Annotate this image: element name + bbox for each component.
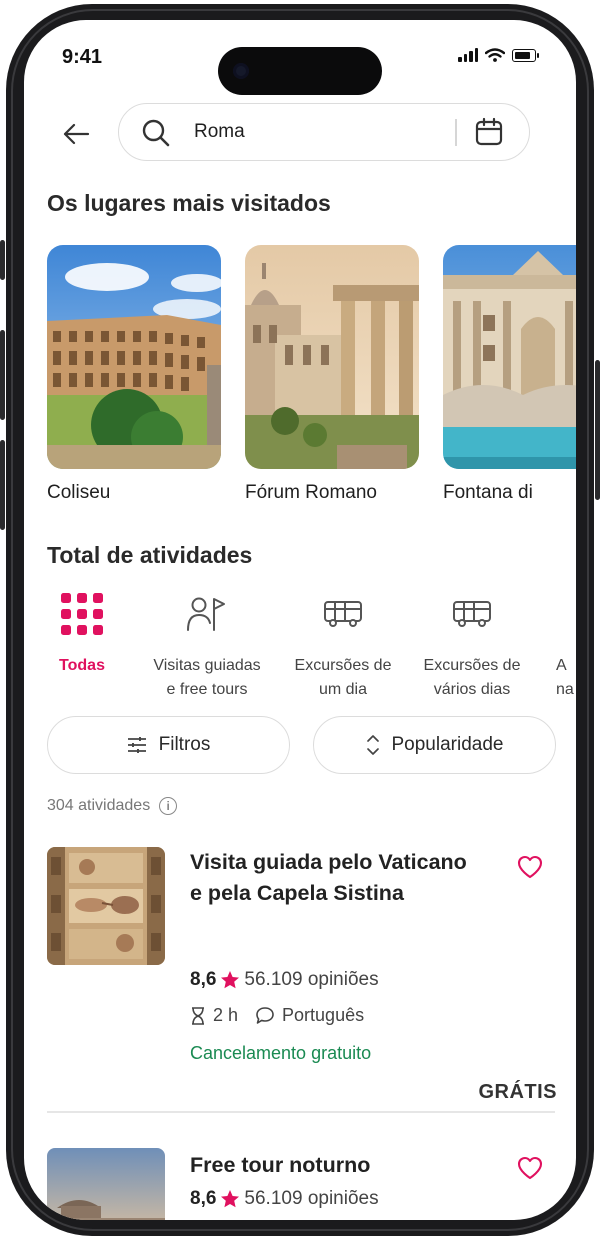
activity-card[interactable]: Visita guiada pelo Vaticano e pela Capel… [47, 847, 557, 1103]
tab-label: Todas [59, 657, 105, 674]
tab-excursoes-varios-dias[interactable]: Excursões de vários dias [413, 588, 531, 702]
tab-label: A [556, 657, 567, 674]
place-image [245, 245, 419, 469]
tab-excursoes-um-dia[interactable]: Excursões de um dia [284, 588, 402, 702]
place-image [47, 245, 221, 469]
activity-meta: 2 h Português [190, 1005, 364, 1026]
heart-icon[interactable] [517, 1156, 543, 1180]
language-value: Português [282, 1005, 365, 1025]
place-label: Coliseu [47, 482, 111, 503]
place-card-fontana-di-trevi[interactable]: Fontana di [443, 245, 576, 504]
star-icon [221, 1190, 240, 1208]
place-card-forum-romano[interactable]: Fórum Romano [245, 245, 419, 504]
guide-flag-icon [187, 597, 225, 631]
wifi-icon [485, 48, 505, 62]
filters-label: Filtros [158, 734, 211, 755]
card-divider [47, 1111, 555, 1113]
activities-section-title: Total de atividades [47, 542, 253, 568]
tab-label: um dia [318, 681, 368, 698]
places-section-title: Os lugares mais visitados [47, 190, 331, 216]
place-card-coliseu[interactable]: Coliseu [47, 245, 221, 504]
results-count: 304 atividades i [47, 797, 178, 815]
activity-card[interactable]: Free tour noturno 8,6 56.109 opiniões [47, 1148, 557, 1220]
app-screen: 9:41 Roma Os lugares mais visitados Coli… [24, 20, 576, 1220]
hourglass-icon [192, 1006, 204, 1025]
tab-label: e free tours [166, 681, 248, 698]
heart-icon[interactable] [517, 855, 543, 879]
sort-button[interactable]: Popularidade [313, 716, 556, 774]
speech-bubble-icon [256, 1007, 274, 1024]
activity-title[interactable]: Visita guiada pelo Vaticano e pela Capel… [190, 847, 480, 909]
rating-score: 8,6 [190, 969, 217, 990]
place-label: Fórum Romano [245, 482, 377, 503]
sort-chevrons-icon [366, 735, 379, 755]
sliders-icon [127, 737, 146, 753]
bus-icon [324, 601, 362, 627]
free-cancellation-label: Cancelamento gratuito [190, 1043, 372, 1063]
activity-title[interactable]: Free tour noturno [190, 1150, 480, 1181]
rating-score: 8,6 [190, 1188, 217, 1209]
grid-icon [61, 593, 103, 635]
cellular-signal-icon [458, 48, 478, 62]
tab-label: Excursões de [423, 657, 521, 674]
activity-image [47, 847, 165, 965]
tab-partial[interactable]: A na [556, 588, 576, 702]
power-button [595, 360, 600, 500]
place-label: Fontana di [443, 482, 533, 503]
activity-image [47, 1148, 165, 1220]
search-icon [142, 119, 170, 147]
tab-label: Visitas guiadas [153, 657, 261, 674]
tab-label: na [556, 681, 574, 698]
sort-label: Popularidade [391, 734, 504, 755]
price-label: GRÁTIS [478, 1081, 557, 1103]
status-icons [458, 48, 539, 62]
volume-up-button [0, 330, 5, 420]
tab-label: vários dias [433, 681, 511, 698]
rating-reviews: 56.109 opiniões [244, 1188, 379, 1209]
info-icon[interactable]: i [159, 797, 178, 815]
arrow-left-icon [63, 123, 90, 145]
search-bar[interactable]: Roma [118, 103, 530, 161]
places-carousel[interactable]: Coliseu Fórum Romano Fontana di [47, 245, 576, 505]
status-time: 9:41 [62, 46, 103, 68]
rating-row: 8,6 56.109 opiniões [190, 969, 379, 991]
calendar-icon[interactable] [474, 117, 504, 147]
category-tabs[interactable]: Todas Visitas guiadas e free tours Excur… [24, 588, 576, 708]
search-value: Roma [194, 121, 245, 142]
star-icon [221, 971, 240, 989]
rating-reviews: 56.109 opiniões [244, 969, 379, 990]
duration-value: 2 h [213, 1005, 239, 1025]
tab-visitas-guiadas[interactable]: Visitas guiadas e free tours [140, 588, 274, 702]
dynamic-island [218, 47, 382, 95]
place-image [443, 245, 576, 469]
battery-icon [512, 48, 539, 62]
camera-icon [233, 63, 249, 79]
rating-row: 8,6 56.109 opiniões [190, 1188, 379, 1210]
tab-todas[interactable]: Todas [36, 588, 128, 678]
tab-label: Excursões de [294, 657, 392, 674]
bus-icon [453, 601, 491, 627]
filters-button[interactable]: Filtros [47, 716, 290, 774]
back-button[interactable] [58, 116, 94, 152]
results-count-label: 304 atividades [47, 797, 151, 814]
volume-down-button [0, 440, 5, 530]
search-divider [455, 119, 457, 146]
mute-switch [0, 240, 5, 280]
